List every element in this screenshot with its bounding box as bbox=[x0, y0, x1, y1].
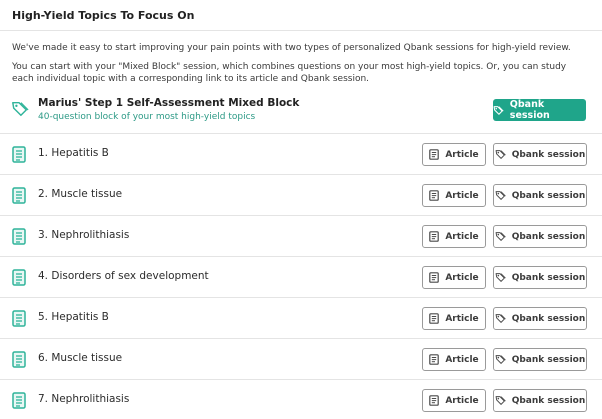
qbank-session-button[interactable]: Qbank session bbox=[493, 348, 587, 371]
document-icon bbox=[12, 228, 26, 245]
qbank-session-button[interactable]: Qbank session bbox=[493, 307, 587, 330]
qbank-button-label: Qbank session bbox=[511, 395, 586, 406]
tags-icon bbox=[495, 355, 506, 364]
document-icon bbox=[12, 310, 26, 327]
tags-icon bbox=[495, 150, 506, 159]
topic-row: 2. Muscle tissue Article Qbank session bbox=[0, 175, 602, 216]
mixed-block-qbank-label: Qbank session bbox=[509, 99, 550, 121]
topic-row: 6. Muscle tissue Article Qbank session bbox=[0, 339, 602, 380]
qbank-button-label: Qbank session bbox=[511, 313, 586, 324]
tags-icon bbox=[495, 273, 506, 282]
article-button[interactable]: Article bbox=[422, 348, 486, 371]
qbank-button-label: Qbank session bbox=[511, 354, 586, 365]
topic-label: 7. Nephrolithiasis bbox=[38, 393, 130, 405]
topic-label: 6. Muscle tissue bbox=[38, 352, 123, 364]
document-icon bbox=[12, 187, 26, 204]
topic-label: 1. Hepatitis B bbox=[38, 147, 109, 159]
topic-label: 3. Nephrolithiasis bbox=[38, 229, 130, 241]
qbank-session-button[interactable]: Qbank session bbox=[493, 266, 587, 289]
tags-icon bbox=[493, 105, 504, 115]
article-icon bbox=[429, 231, 440, 242]
qbank-button-label: Qbank session bbox=[511, 231, 586, 242]
qbank-button-label: Qbank session bbox=[511, 272, 586, 283]
topic-label: 2. Muscle tissue bbox=[38, 188, 123, 200]
qbank-button-label: Qbank session bbox=[511, 190, 586, 201]
article-button-label: Article bbox=[445, 395, 479, 406]
article-button-label: Article bbox=[445, 272, 479, 283]
article-icon bbox=[429, 272, 440, 283]
article-button[interactable]: Article bbox=[422, 307, 486, 330]
document-icon bbox=[12, 269, 26, 286]
topic-row: 4. Disorders of sex development Article … bbox=[0, 257, 602, 298]
article-button[interactable]: Article bbox=[422, 225, 486, 248]
tags-icon bbox=[12, 101, 29, 117]
intro-paragraph-1: We've made it easy to start improving yo… bbox=[12, 43, 571, 53]
page-title: High-Yield Topics To Focus On bbox=[12, 9, 195, 22]
topic-row: 7. Nephrolithiasis Article Qbank session bbox=[0, 380, 602, 419]
article-button[interactable]: Article bbox=[422, 389, 486, 412]
mixed-block-subtitle: 40-question block of your most high-yiel… bbox=[38, 112, 256, 122]
topic-row: 1. Hepatitis B Article Qbank session bbox=[0, 134, 602, 175]
mixed-block-row: Marius' Step 1 Self-Assessment Mixed Blo… bbox=[0, 91, 602, 134]
article-icon bbox=[429, 190, 440, 201]
article-button[interactable]: Article bbox=[422, 266, 486, 289]
article-icon bbox=[429, 395, 440, 406]
qbank-session-button[interactable]: Qbank session bbox=[493, 184, 587, 207]
qbank-session-button[interactable]: Qbank session bbox=[493, 143, 587, 166]
intro-paragraph-2: You can start with your "Mixed Block" se… bbox=[12, 62, 567, 84]
tags-icon bbox=[495, 191, 506, 200]
topic-label: 4. Disorders of sex development bbox=[38, 270, 209, 282]
article-icon bbox=[429, 149, 440, 160]
article-icon bbox=[429, 313, 440, 324]
article-button[interactable]: Article bbox=[422, 184, 486, 207]
qbank-button-label: Qbank session bbox=[511, 149, 586, 160]
document-icon bbox=[12, 392, 26, 409]
topic-row: 3. Nephrolithiasis Article Qbank session bbox=[0, 216, 602, 257]
article-button[interactable]: Article bbox=[422, 143, 486, 166]
tags-icon bbox=[495, 314, 506, 323]
topic-label: 5. Hepatitis B bbox=[38, 311, 109, 323]
mixed-block-title: Marius' Step 1 Self-Assessment Mixed Blo… bbox=[38, 97, 300, 109]
qbank-session-button[interactable]: Qbank session bbox=[493, 225, 587, 248]
topic-row: 5. Hepatitis B Article Qbank session bbox=[0, 298, 602, 339]
qbank-session-button[interactable]: Qbank session bbox=[493, 389, 587, 412]
article-button-label: Article bbox=[445, 313, 479, 324]
article-button-label: Article bbox=[445, 149, 479, 160]
document-icon bbox=[12, 146, 26, 163]
article-button-label: Article bbox=[445, 190, 479, 201]
section-header: High-Yield Topics To Focus On bbox=[0, 0, 602, 31]
document-icon bbox=[12, 351, 26, 368]
article-button-label: Article bbox=[445, 354, 479, 365]
mixed-block-qbank-button[interactable]: Qbank session bbox=[493, 99, 586, 121]
tags-icon bbox=[495, 232, 506, 241]
intro-text: We've made it easy to start improving yo… bbox=[0, 31, 602, 85]
article-button-label: Article bbox=[445, 231, 479, 242]
article-icon bbox=[429, 354, 440, 365]
tags-icon bbox=[495, 396, 506, 405]
